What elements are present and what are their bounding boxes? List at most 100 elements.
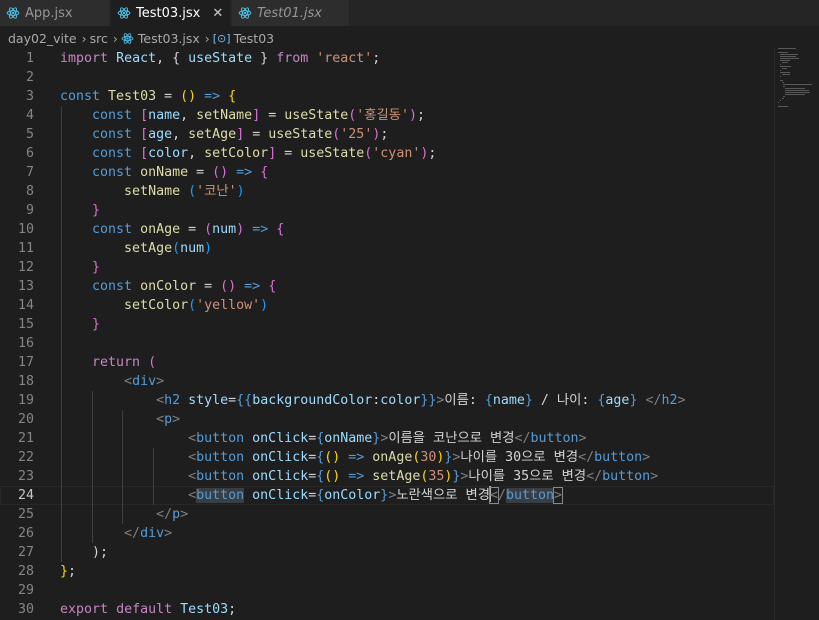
code-line[interactable]: 6 const [color, setColor] = useState('cy… [0, 144, 774, 163]
code-token: backgroundColor [252, 393, 373, 408]
code-line[interactable]: 21 <button onClick={onName}>이름을 코난으로 변경<… [0, 429, 774, 448]
minimap-line [779, 66, 791, 67]
tab-label: Test01.jsx [257, 5, 322, 21]
editor-scroll-edge [774, 48, 775, 620]
code-token: () [220, 279, 237, 294]
code-line[interactable]: 30 export default Test03; [0, 600, 774, 619]
tab-app-jsx[interactable]: App.jsx [0, 0, 110, 26]
code-token: { [484, 393, 493, 408]
code-editor[interactable]: 1 import React, { useState } from 'react'… [0, 48, 819, 620]
code-token: ; [428, 146, 437, 161]
code-token: < [156, 412, 165, 427]
code-token: const [92, 108, 133, 123]
code-line[interactable]: 14 setColor('yellow') [0, 296, 774, 315]
code-token: useState [284, 108, 349, 123]
tab-test03-jsx[interactable]: Test03.jsx ✕ [111, 0, 231, 26]
code-line[interactable]: 23 <button onClick={() => setAge(35)}>나이… [0, 467, 774, 486]
code-token: Test03 [108, 89, 157, 104]
code-line[interactable]: 18 <div> [0, 372, 774, 391]
line-number: 14 [17, 298, 34, 313]
code-line[interactable]: 4 const [name, setName] = useState('홍길동'… [0, 106, 774, 125]
minimap-line [781, 74, 790, 75]
code-line[interactable]: 22 <button onClick={() => onAge(30)}>나이를… [0, 448, 774, 467]
code-line[interactable]: 19 <h2 style={{backgroundColor:color}}>이… [0, 391, 774, 410]
code-token: onClick [252, 450, 309, 465]
code-token: '홍길동' [356, 108, 410, 123]
code-token: ; [372, 51, 381, 66]
code-token: export [60, 602, 109, 617]
breadcrumb-file[interactable]: Test03.jsx [138, 31, 200, 46]
code-line[interactable]: 20 <p> [0, 410, 774, 429]
code-line[interactable]: 8 setName ('코난') [0, 182, 774, 201]
code-token: 30 [420, 450, 437, 465]
code-line[interactable]: 1 import React, { useState } from 'react'… [0, 49, 774, 68]
line-number: 8 [25, 184, 34, 199]
code-text: }; [60, 562, 76, 581]
line-number: 4 [25, 108, 34, 123]
code-line[interactable]: 12 } [0, 258, 774, 277]
line-number: 5 [25, 127, 34, 142]
code-line[interactable]: 17 return ( [0, 353, 774, 372]
code-token: , [180, 108, 197, 123]
code-line[interactable]: 13 const onColor = () => { [0, 277, 774, 296]
breadcrumb-subfolder[interactable]: src [90, 31, 108, 46]
line-number: 20 [17, 412, 34, 427]
code-token: return [92, 355, 141, 370]
code-line[interactable]: 16 [0, 334, 774, 353]
line-number: 17 [17, 355, 34, 370]
code-token: = [276, 146, 301, 161]
code-token: ) [236, 222, 245, 237]
code-line[interactable]: 7 const onName = () => { [0, 163, 774, 182]
code-token: style [188, 393, 229, 408]
code-token: button [196, 488, 245, 503]
code-line[interactable]: 11 setAge(num) [0, 239, 774, 258]
code-line[interactable]: 2 [0, 68, 774, 87]
code-token: </ [156, 507, 173, 522]
code-token: > [180, 507, 189, 522]
code-token: { [268, 279, 277, 294]
code-token: { [276, 222, 285, 237]
minimap[interactable] [778, 48, 818, 248]
code-token: , [172, 127, 189, 142]
line-number: 10 [17, 222, 34, 237]
tab-test01-jsx[interactable]: Test01.jsx [232, 0, 350, 26]
code-line[interactable]: 9 } [0, 201, 774, 220]
breadcrumb-symbol[interactable]: Test03 [234, 31, 275, 46]
code-line[interactable]: 24 <button onClick={onColor}>노란색으로 변경</b… [0, 486, 774, 505]
code-token: '25' [340, 127, 373, 142]
code-line[interactable]: 10 const onAge = (num) => { [0, 220, 774, 239]
code-token: () [324, 450, 341, 465]
code-line[interactable]: 28}; [0, 562, 774, 581]
breadcrumb-folder[interactable]: day02_vite [0, 31, 77, 46]
code-text: export default Test03; [60, 600, 236, 619]
code-line[interactable]: 26 </div> [0, 524, 774, 543]
code-token: ; [68, 564, 77, 579]
code-token: useState [300, 146, 365, 161]
code-line[interactable]: 5 const [age, setAge] = useState('25'); [0, 125, 774, 144]
code-token: } [92, 203, 101, 218]
minimap-line [778, 102, 779, 103]
code-text: const onColor = () => { [60, 277, 276, 296]
code-token: { [228, 89, 237, 104]
code-line[interactable]: 27 ); [0, 543, 774, 562]
code-line[interactable]: 3 const Test03 = () => { [0, 87, 774, 106]
code-line[interactable]: 15 } [0, 315, 774, 334]
code-token: setAge [124, 241, 173, 256]
code-token: button [602, 469, 651, 484]
close-icon[interactable]: ✕ [212, 6, 223, 21]
code-token: name [148, 108, 181, 123]
code-line[interactable]: 25 </p> [0, 505, 774, 524]
code-token: , [188, 146, 205, 161]
code-line[interactable]: 29 [0, 581, 774, 600]
code-token: => [228, 165, 261, 180]
code-text: <button onClick={onColor}>노란색으로 변경</butt… [60, 486, 564, 505]
code-text: setAge(num) [60, 239, 212, 258]
